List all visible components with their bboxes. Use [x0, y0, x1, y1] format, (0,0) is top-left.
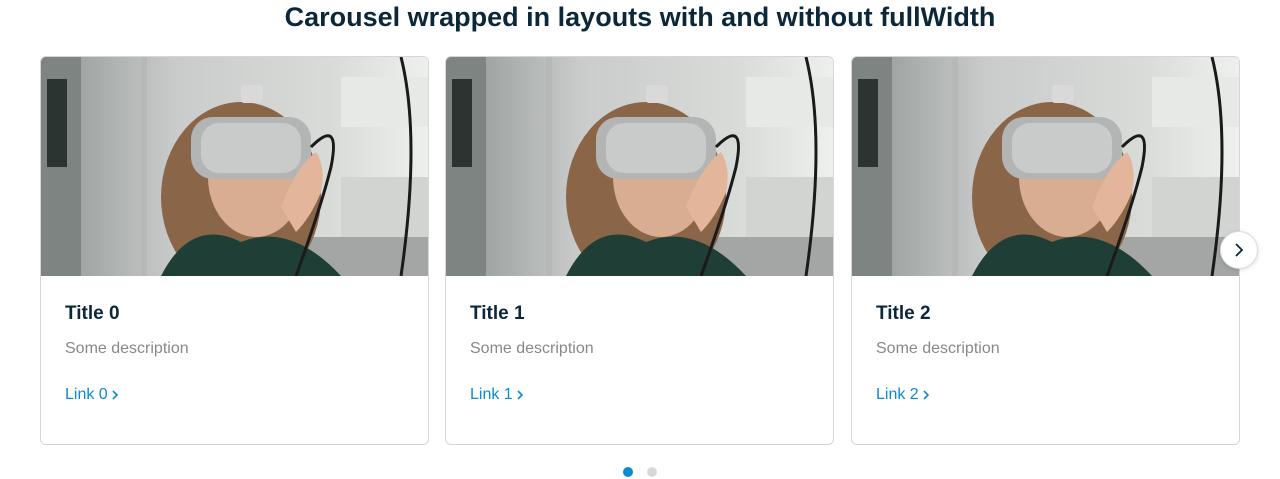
- carousel-card: Title 1 Some description Link 1: [445, 56, 834, 445]
- vr-headset-photo: [852, 57, 1239, 276]
- card-link-label: Link 1: [470, 386, 513, 403]
- vr-headset-photo: [446, 57, 833, 276]
- page-heading: Carousel wrapped in layouts with and wit…: [284, 2, 996, 32]
- card-link[interactable]: Link 1: [470, 385, 523, 405]
- chevron-right-icon: [1235, 243, 1244, 257]
- page: Carousel wrapped in layouts with and wit…: [0, 0, 1280, 479]
- carousel-next-button[interactable]: [1220, 231, 1258, 269]
- carousel-pagination: [0, 467, 1280, 479]
- carousel-card: Title 0 Some description Link 0: [40, 56, 429, 445]
- card-title: Title 2: [876, 303, 931, 324]
- carousel: Title 0 Some description Link 0 Title 1 …: [40, 56, 1240, 445]
- card-link-label: Link 2: [876, 386, 919, 403]
- card-description: Some description: [65, 340, 189, 357]
- card-description: Some description: [470, 340, 594, 357]
- card-title: Title 0: [65, 303, 120, 324]
- pagination-dot-active[interactable]: [623, 467, 633, 477]
- card-link[interactable]: Link 0: [65, 385, 118, 405]
- card-title: Title 1: [470, 303, 525, 324]
- chevron-right-icon: [112, 390, 118, 400]
- chevron-right-icon: [923, 390, 929, 400]
- card-image: [446, 57, 833, 276]
- carousel-card: Title 2 Some description Link 2: [851, 56, 1240, 445]
- card-image: [852, 57, 1239, 276]
- chevron-right-icon: [517, 390, 523, 400]
- card-link[interactable]: Link 2: [876, 385, 929, 405]
- card-image: [41, 57, 428, 276]
- card-link-label: Link 0: [65, 386, 108, 403]
- pagination-dot[interactable]: [647, 467, 657, 477]
- vr-headset-photo: [41, 57, 428, 276]
- card-description: Some description: [876, 340, 1000, 357]
